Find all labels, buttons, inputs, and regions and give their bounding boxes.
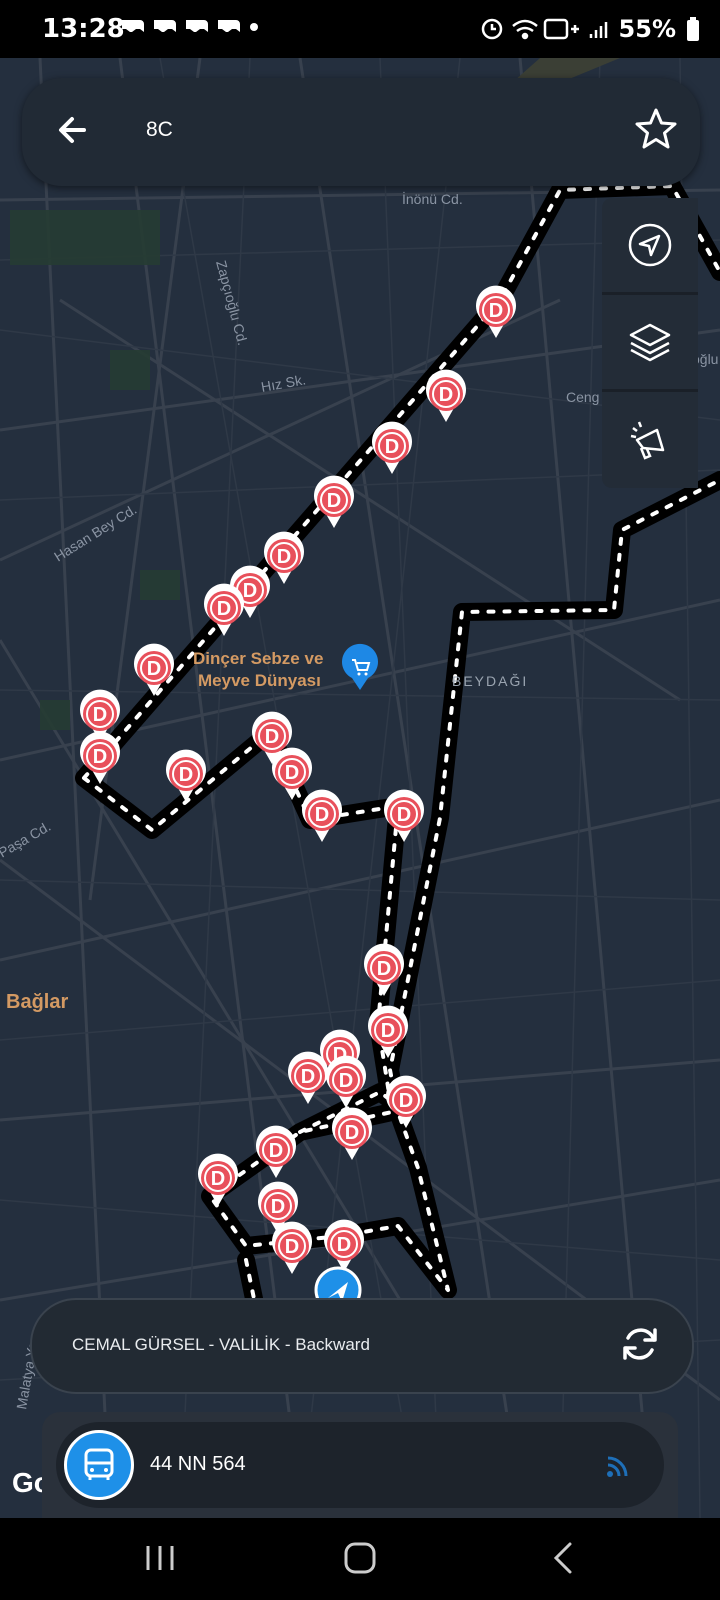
svg-text:D: D <box>439 384 453 406</box>
svg-text:D: D <box>377 958 391 980</box>
svg-text:D: D <box>345 1122 359 1144</box>
svg-text:D: D <box>243 580 257 602</box>
my-location-button[interactable] <box>602 198 698 295</box>
svg-text:D: D <box>337 1234 351 1256</box>
svg-text:D: D <box>265 726 279 748</box>
map-label-inonu: İnönü Cd. <box>402 190 463 207</box>
back-button[interactable] <box>52 108 96 152</box>
game-notification-icons <box>122 20 258 32</box>
battery-icon <box>687 17 699 41</box>
poi-name-line2: Meyve Dünyası <box>198 671 321 690</box>
megaphone-icon <box>630 421 665 460</box>
switch-direction-button[interactable] <box>618 1322 662 1366</box>
svg-text:D: D <box>147 658 161 680</box>
svg-text:D: D <box>217 598 231 620</box>
live-signal-icon <box>607 1456 628 1477</box>
svg-text:D: D <box>179 764 193 786</box>
home-button[interactable] <box>340 1538 380 1578</box>
vehicle-plate: 44 NN 564 <box>150 1453 246 1475</box>
svg-text:D: D <box>285 1236 299 1258</box>
announcements-button[interactable] <box>602 392 698 486</box>
navigation-icon <box>628 223 672 267</box>
map-label-beydagi: BEYDAĞI <box>452 673 528 689</box>
status-bar: 13:28 55% <box>0 0 720 58</box>
home-icon <box>344 1542 376 1574</box>
layers-button[interactable] <box>602 295 698 392</box>
svg-text:D: D <box>489 300 503 322</box>
favorite-button[interactable] <box>632 106 680 154</box>
battery-percent: 55% <box>618 15 676 43</box>
recent-apps-button[interactable] <box>140 1538 180 1578</box>
system-status-icons <box>481 18 607 40</box>
svg-text:D: D <box>269 1140 283 1162</box>
system-nav-bar <box>0 1518 720 1600</box>
map-label-baglar: Bağlar <box>6 991 68 1013</box>
svg-text:D: D <box>301 1066 315 1088</box>
svg-text:D: D <box>315 804 329 826</box>
map-label-ceng: Ceng <box>566 389 599 405</box>
svg-text:D: D <box>385 436 399 458</box>
svg-text:D: D <box>93 746 107 768</box>
svg-text:D: D <box>339 1070 353 1092</box>
svg-text:D: D <box>285 762 299 784</box>
star-icon <box>635 108 677 149</box>
svg-text:D: D <box>381 1020 395 1042</box>
svg-text:D: D <box>399 1090 413 1112</box>
back-nav-button[interactable] <box>544 1538 584 1578</box>
arrow-left-icon <box>59 117 86 143</box>
svg-text:D: D <box>93 704 107 726</box>
route-search-bar[interactable]: 8C <box>22 78 700 186</box>
status-time: 13:28 <box>42 14 125 44</box>
svg-text:D: D <box>271 1196 285 1218</box>
route-title: 8C <box>146 118 173 141</box>
svg-text:D: D <box>327 490 341 512</box>
chevron-left-icon <box>553 1542 572 1574</box>
map-controls <box>602 198 698 488</box>
notification-icons <box>118 12 268 42</box>
layers-icon <box>629 323 671 362</box>
poi-name-line1: Dinçer Sebze ve <box>193 649 323 668</box>
svg-text:D: D <box>211 1168 225 1190</box>
route-direction-label: CEMAL GÜRSEL - VALİLİK - Backward <box>72 1335 370 1354</box>
route-direction-bar[interactable]: CEMAL GÜRSEL - VALİLİK - Backward <box>30 1298 694 1394</box>
vehicle-row[interactable]: 44 NN 564 <box>56 1422 664 1508</box>
recents-icon <box>146 1546 174 1570</box>
vehicle-panel: 44 NN 564 <box>42 1412 678 1518</box>
bus-icon <box>64 1430 134 1500</box>
svg-text:D: D <box>277 546 291 568</box>
svg-text:D: D <box>397 804 411 826</box>
status-right: 55% <box>479 14 700 44</box>
refresh-icon <box>623 1328 657 1360</box>
